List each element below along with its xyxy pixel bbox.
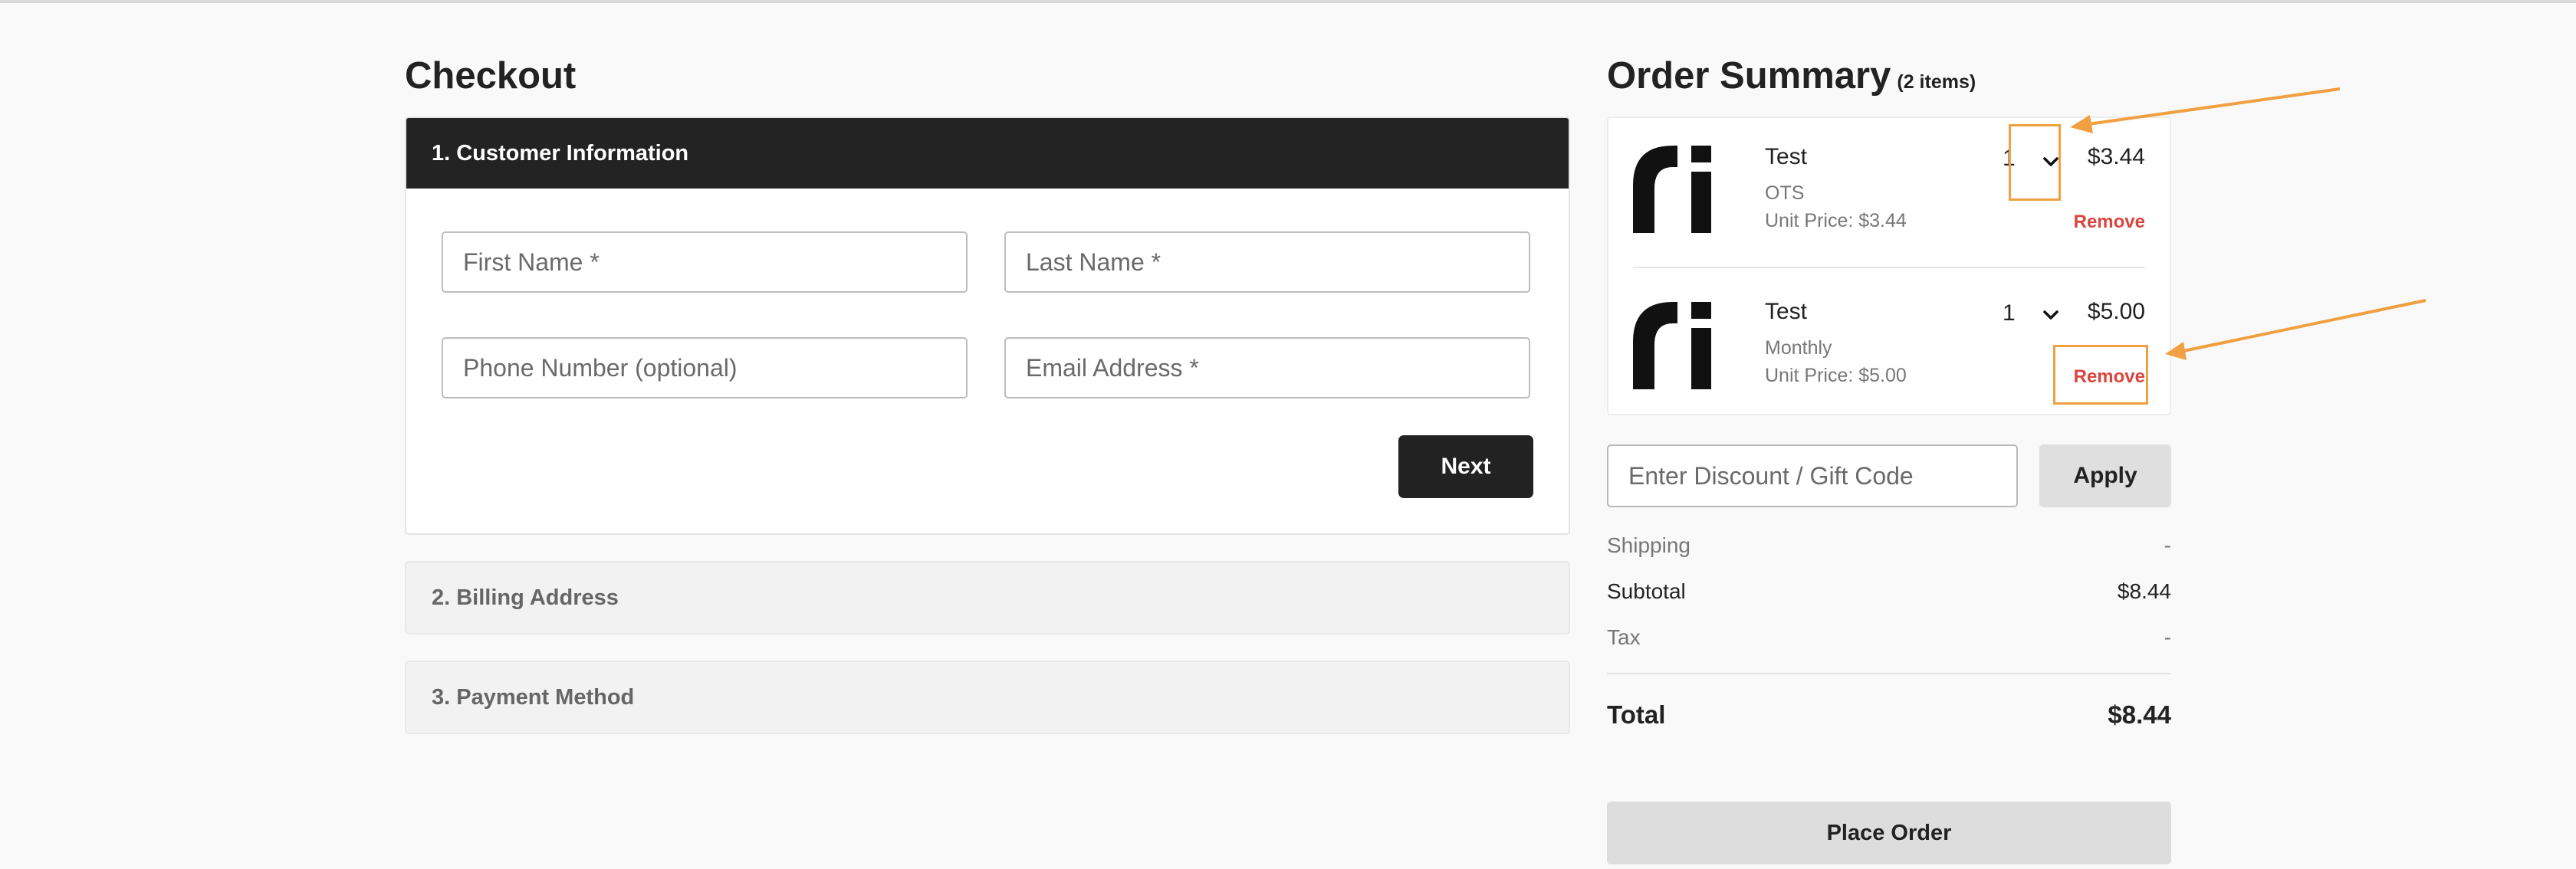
item-price: $5.00 [2087,299,2145,324]
tax-label: Tax [1607,625,1641,649]
order-totals: Shipping - Subtotal $8.44 Tax - Total $8… [1607,523,2171,740]
product-logo-icon [1633,146,1711,233]
page-title: Checkout [405,55,577,97]
shipping-value: - [2164,533,2171,557]
chevron-down-icon[interactable] [2042,307,2059,323]
item-plan: OTS [1765,182,1805,204]
quantity-value[interactable]: 1 [2003,300,2016,326]
customer-information-form: Next [406,189,1569,533]
first-name-input[interactable] [442,231,968,293]
step-customer-information: 1. Customer Information Next [405,116,1570,535]
last-name-input[interactable] [1004,231,1530,293]
top-border [0,0,2576,3]
discount-code-input[interactable] [1607,444,2018,507]
cart-items: Test OTS Unit Price: $3.44 1 $3.44 Remov… [1607,116,2171,415]
annotation-highlight-box [2009,124,2061,201]
cart-item: Test OTS Unit Price: $3.44 1 $3.44 Remov… [1633,118,2145,267]
order-summary-title: Order Summary [1607,55,1891,97]
discount-row: Apply [1607,444,2171,507]
step-payment-method[interactable]: 3. Payment Method [405,661,1570,734]
item-price: $3.44 [2087,144,2145,169]
item-name: Test [1765,144,1808,169]
order-summary-heading: Order Summary (2 items) [1607,54,2171,98]
place-order-button[interactable]: Place Order [1607,802,2171,864]
subtotal-row: Subtotal $8.44 [1607,569,2171,615]
totals-divider [1607,673,2171,674]
phone-number-input[interactable] [442,337,968,398]
apply-button[interactable]: Apply [2039,444,2171,507]
order-summary-panel: Order Summary (2 items) Test OTS Unit Pri… [1607,54,2171,864]
step-header-customer-information[interactable]: 1. Customer Information [406,118,1569,189]
annotation-highlight-box [2053,345,2148,405]
subtotal-label: Subtotal [1607,579,1686,603]
next-button[interactable]: Next [1398,435,1533,498]
email-address-input[interactable] [1004,337,1530,398]
item-count: (2 items) [1897,71,1976,93]
total-value: $8.44 [2108,700,2171,729]
item-plan: Monthly [1765,337,1832,359]
annotation-arrow [2183,299,2426,353]
item-unit-price: Unit Price: $3.44 [1765,210,1907,231]
tax-row: Tax - [1607,615,2171,661]
shipping-row: Shipping - [1607,523,2171,569]
total-label: Total [1607,700,1666,729]
subtotal-value: $8.44 [2117,579,2171,603]
cart-item: Test Monthly Unit Price: $5.00 1 $5.00 R… [1633,267,2148,414]
shipping-label: Shipping [1607,533,1691,557]
item-unit-price: Unit Price: $5.00 [1765,365,1907,386]
remove-link[interactable]: Remove [2074,212,2145,233]
total-row: Total $8.44 [1607,690,2171,740]
step-billing-address[interactable]: 2. Billing Address [405,561,1570,635]
tax-value: - [2164,625,2171,649]
checkout-panel: Checkout 1. Customer Information Next 2.… [405,54,1570,734]
item-name: Test [1765,299,1808,324]
product-logo-icon [1633,302,1711,389]
